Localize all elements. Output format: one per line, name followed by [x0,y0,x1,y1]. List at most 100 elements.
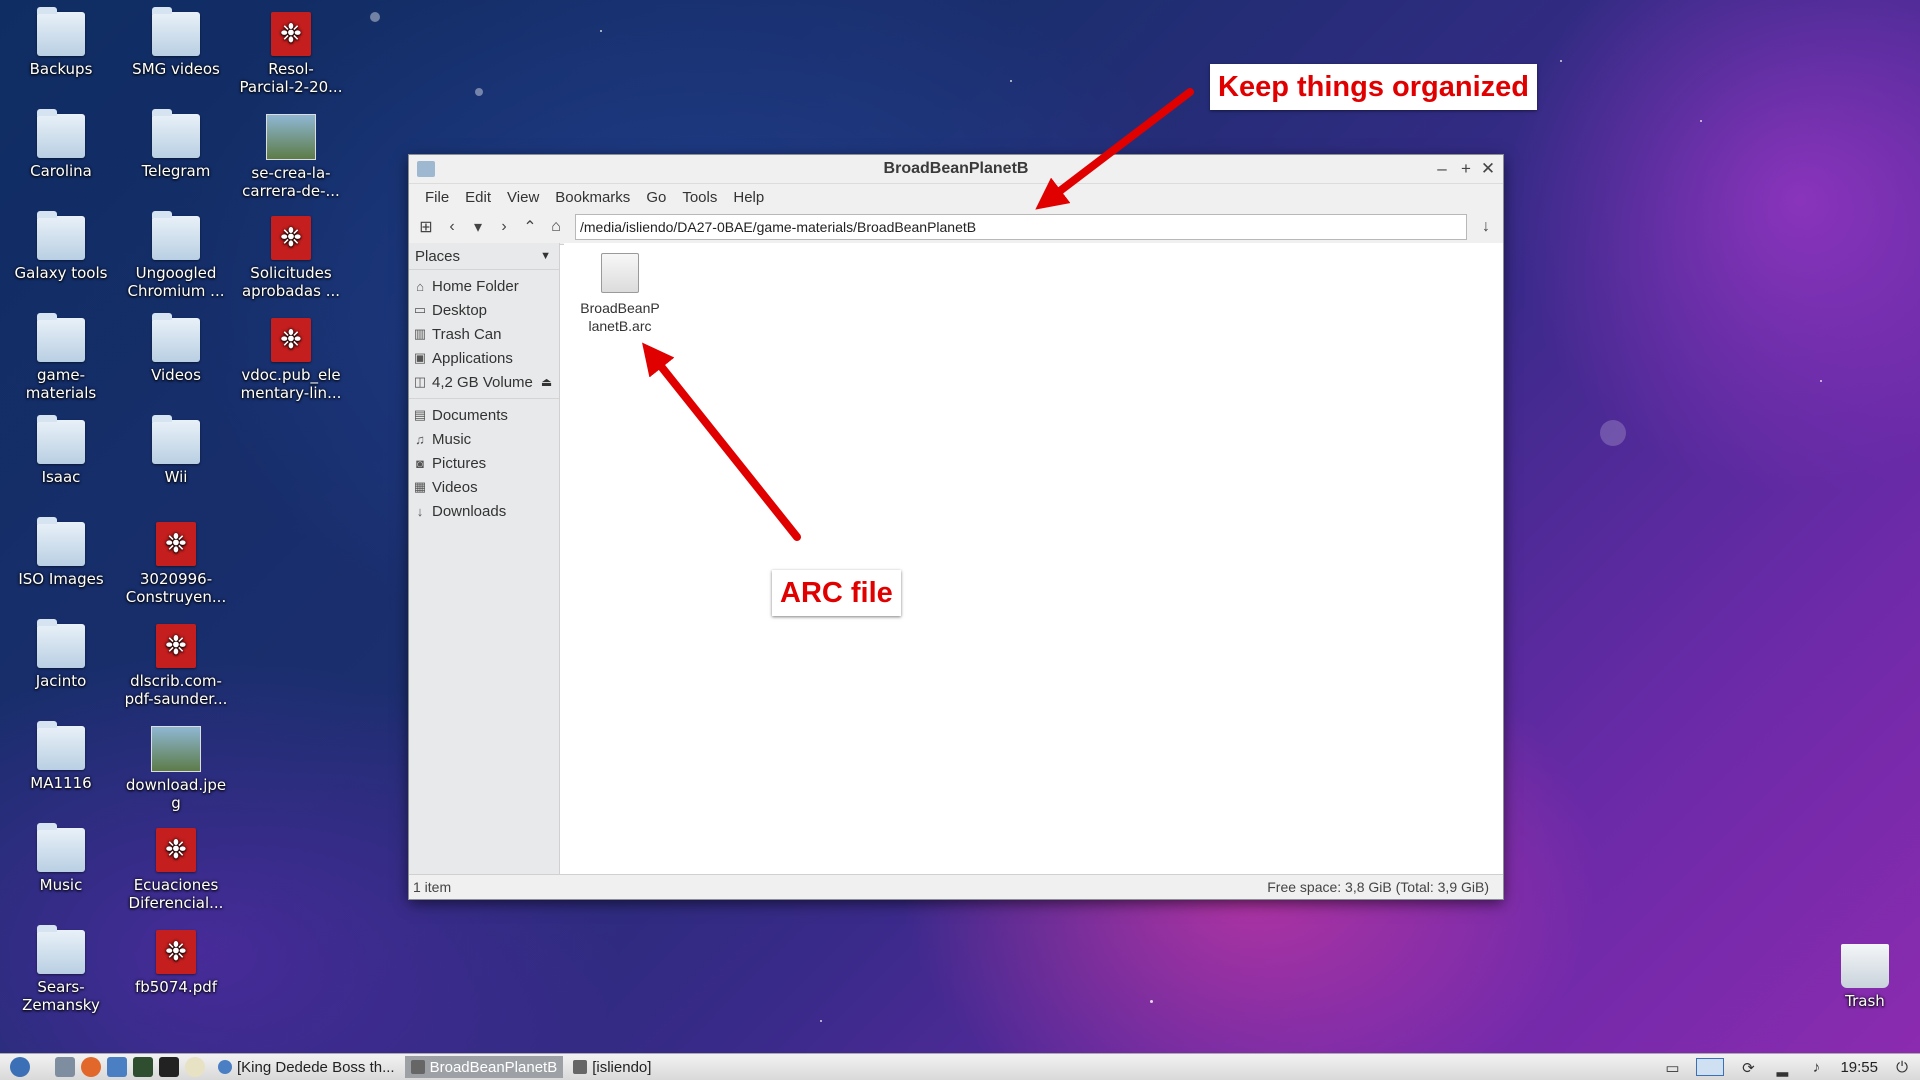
update-icon[interactable]: ⟳ [1738,1059,1758,1077]
desktop-item[interactable]: download.jpe g [121,726,231,812]
places-sidebar: Places ▼ ⌂ Home Folder ▭ Desktop ▥ Trash Ca… [409,243,560,874]
desktop-item[interactable]: ❉ vdoc.pub_ele mentary-lin... [236,318,346,402]
workspace-icon[interactable] [1696,1058,1725,1076]
trash-icon [1841,944,1889,988]
app-icon[interactable] [185,1057,205,1077]
show-desktop-icon[interactable] [55,1057,75,1077]
up-button[interactable]: ⌃ [517,214,543,240]
desktop-item[interactable]: Sears- Zemansky [6,925,116,1014]
desktop-item[interactable]: ISO Images [6,517,116,588]
sidebar-item-documents[interactable]: ▤ Documents [409,403,559,427]
shield-icon[interactable] [107,1057,127,1077]
desktop-item-label: download.jpe g [125,776,227,812]
sidebar-item-volume[interactable]: ◫ 4,2 GB Volume ⏏ [409,370,559,394]
status-free-space: Free space: 3,8 GiB (Total: 3,9 GiB) [1267,879,1489,895]
desktop-item[interactable]: Wii [121,415,231,486]
folder-icon [152,211,200,260]
firefox-icon[interactable] [81,1057,101,1077]
pdf-icon: ❉ [156,624,196,668]
forward-button[interactable]: › [491,214,517,240]
folder-icon [37,823,85,872]
sidebar-item-applications[interactable]: ▣ Applications [409,346,559,370]
desktop-item[interactable]: MA1116 [6,721,116,792]
menu-view[interactable]: View [499,189,547,206]
menu-file[interactable]: File [417,189,457,206]
minimize-button[interactable]: – [1431,158,1453,180]
folder-icon [152,109,200,158]
system-tray: ▭ ⟳ ▂ ♪ 19:55 ⏻ [1662,1058,1920,1077]
desktop-item-label: Isaac [41,468,81,486]
file-name: BroadBeanP lanetB.arc [580,300,660,334]
desktop-item-label: Ecuaciones Diferencial... [128,876,224,912]
sidebar-item-pictures[interactable]: ◙ Pictures [409,451,559,475]
go-button[interactable]: ↓ [1473,214,1499,240]
desktop-trash[interactable]: Trash [1810,944,1920,1010]
sidebar-item-home[interactable]: ⌂ Home Folder [409,274,559,298]
volume-icon[interactable]: ♪ [1806,1059,1826,1076]
desktop-item[interactable]: se-crea-la- carrera-de-... [236,114,346,200]
app-menu-icon[interactable] [10,1057,30,1077]
desktop-item[interactable]: ❉ fb5074.pdf [121,930,231,996]
sidebar-item-desktop[interactable]: ▭ Desktop [409,298,559,322]
desktop-item-label: Music [39,876,83,894]
sidebar-item-trash[interactable]: ▥ Trash Can [409,322,559,346]
folder-icon [37,925,85,974]
desktop-item-label: vdoc.pub_ele mentary-lin... [240,366,342,402]
new-tab-button[interactable]: ⊞ [413,214,439,240]
file-view[interactable]: BroadBeanP lanetB.arc [564,243,1503,874]
eject-icon[interactable]: ⏏ [541,375,552,389]
menu-help[interactable]: Help [725,189,772,206]
desktop-item-label: dlscrib.com- pdf-saunder... [124,672,228,708]
desktop-item[interactable]: ❉ Solicitudes aprobadas ... [236,216,346,300]
sidebar-item-downloads[interactable]: ↓ Downloads [409,499,559,523]
back-button[interactable]: ‹ [439,214,465,240]
desktop-item[interactable]: Music [6,823,116,894]
task-king-dedede[interactable]: [King Dedede Boss th... [212,1056,401,1078]
desktop-item[interactable]: ❉ Ecuaciones Diferencial... [121,828,231,912]
places-header[interactable]: Places ▼ [409,243,559,270]
system-monitor-icon[interactable] [133,1057,153,1077]
maximize-button[interactable]: + [1455,158,1477,180]
task-isliendo[interactable]: [isliendo] [567,1056,657,1078]
desktop-item[interactable]: Telegram [121,109,231,180]
file-item[interactable]: BroadBeanP lanetB.arc [572,253,668,335]
path-input[interactable]: /media/isliendo/DA27-0BAE/game-materials… [575,214,1467,240]
pdf-icon: ❉ [271,318,311,362]
desktop-item[interactable]: Carolina [6,109,116,180]
desktop-item[interactable]: ❉ Resol- Parcial-2-20... [236,12,346,96]
sidebar-item-music[interactable]: ♫ Music [409,427,559,451]
history-button[interactable]: ▾ [465,214,491,240]
terminal-icon[interactable] [159,1057,179,1077]
window-icon[interactable]: ▭ [1662,1059,1682,1077]
desktop-item[interactable]: ❉ 3020996- Construyen... [121,522,231,606]
applications-icon: ▣ [413,350,427,365]
desktop-item[interactable]: ❉ dlscrib.com- pdf-saunder... [121,624,231,708]
task-broadbeanplanetb[interactable]: BroadBeanPlanetB [404,1056,564,1078]
desktop-item[interactable]: Ungoogled Chromium ... [121,211,231,300]
sidebar-item-videos[interactable]: ▦ Videos [409,475,559,499]
desktop-item-label: Jacinto [35,672,87,690]
desktop-item-label: Backups [29,60,93,78]
menu-bookmarks[interactable]: Bookmarks [547,189,638,206]
menu-edit[interactable]: Edit [457,189,499,206]
network-icon[interactable]: ▂ [1772,1059,1792,1077]
sidebar-item-label: Desktop [432,301,488,319]
desktop-item[interactable]: Galaxy tools [6,211,116,282]
power-icon[interactable]: ⏻ [1892,1059,1912,1076]
close-button[interactable]: ✕ [1477,158,1499,180]
sidebar-item-label: Home Folder [432,277,519,295]
desktop-item[interactable]: Backups [6,7,116,78]
desktop-item[interactable]: Jacinto [6,619,116,690]
desktop-item[interactable]: Videos [121,313,231,384]
desktop-item[interactable]: Isaac [6,415,116,486]
desktop-item[interactable]: SMG videos [121,7,231,78]
sidebar-item-label: 4,2 GB Volume [432,373,533,391]
browser-icon [218,1060,232,1074]
menu-tools[interactable]: Tools [674,189,725,206]
window-titlebar[interactable]: BroadBeanPlanetB – + ✕ [409,155,1503,184]
home-button[interactable]: ⌂ [543,214,569,240]
menu-go[interactable]: Go [638,189,674,206]
desktop-item-label: 3020996- Construyen... [125,570,227,606]
desktop-item[interactable]: game- materials [6,313,116,402]
home-icon: ⌂ [416,278,424,294]
